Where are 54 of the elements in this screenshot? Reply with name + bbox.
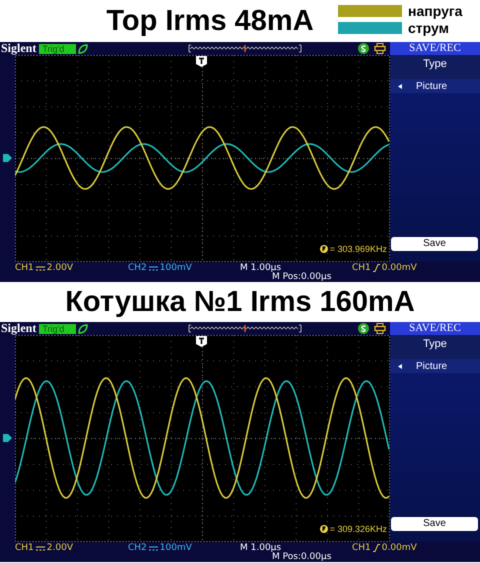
leaf-icon (78, 324, 88, 334)
channel-label: CH1 (15, 263, 34, 273)
frequency-icon (320, 525, 328, 533)
channel-label: CH2 (128, 263, 147, 273)
frequency-icon (320, 245, 328, 253)
channel-scale: 100mV (160, 543, 192, 553)
brand-label: Siglent (0, 42, 36, 55)
trigger-level: 0.00mV (382, 263, 417, 273)
left-arrow-icon (398, 364, 402, 368)
trigger-status: Trig'd (39, 44, 76, 54)
menu-option[interactable]: Picture (390, 359, 480, 373)
channel-label: CH2 (128, 543, 147, 553)
printer-icon (374, 323, 386, 334)
save-button[interactable]: Save (391, 237, 478, 251)
left-arrow-icon (398, 84, 402, 88)
rising-edge-icon (372, 544, 380, 552)
panel-title: Котушка №1 Irms 160mA (65, 286, 415, 318)
status-icon (358, 323, 370, 334)
frequency-readout: = 303.969KHz (330, 244, 387, 254)
status-icon (358, 43, 370, 54)
position-readout: M Pos:0.00μs (272, 552, 332, 562)
timebase-readout: M 1.00μs (240, 263, 282, 273)
dc-coupling-icon (36, 266, 45, 270)
trigger-status: Trig'd (39, 324, 76, 334)
trigger-level: 0.00mV (382, 543, 417, 553)
menu-title: SAVE/REC (390, 322, 480, 335)
leaf-icon (78, 44, 88, 54)
trigger-position-icon (196, 56, 207, 67)
channel-scale: 100mV (160, 263, 192, 273)
dc-coupling-icon (148, 266, 158, 270)
dc-coupling-icon (36, 546, 45, 550)
position-readout: M Pos:0.00μs (272, 272, 332, 282)
trigger-source: CH1 (352, 543, 371, 553)
timebase-readout: M 1.00μs (240, 543, 282, 553)
channel-scale: 2.00V (46, 263, 73, 273)
trigger-position-icon (196, 336, 207, 347)
legend-label: напруга (408, 3, 462, 19)
dc-coupling-icon (148, 546, 158, 550)
channel-marker-icon (3, 154, 12, 162)
channel-marker-icon (3, 434, 12, 442)
panel-title: Top Irms 48mA (106, 5, 314, 37)
printer-icon (374, 43, 386, 54)
rising-edge-icon (372, 264, 380, 272)
channel-label: CH1 (15, 543, 34, 553)
menu-title: SAVE/REC (390, 42, 480, 55)
save-button[interactable]: Save (391, 517, 478, 531)
menu-option[interactable]: Picture (390, 79, 480, 93)
trigger-source: CH1 (352, 263, 371, 273)
channel-scale: 2.00V (46, 543, 73, 553)
menu-heading: Type (390, 55, 480, 79)
legend-label: струм (408, 20, 449, 36)
menu-heading: Type (390, 335, 480, 359)
frequency-readout: = 309.326KHz (330, 524, 387, 534)
brand-label: Siglent (0, 322, 36, 335)
